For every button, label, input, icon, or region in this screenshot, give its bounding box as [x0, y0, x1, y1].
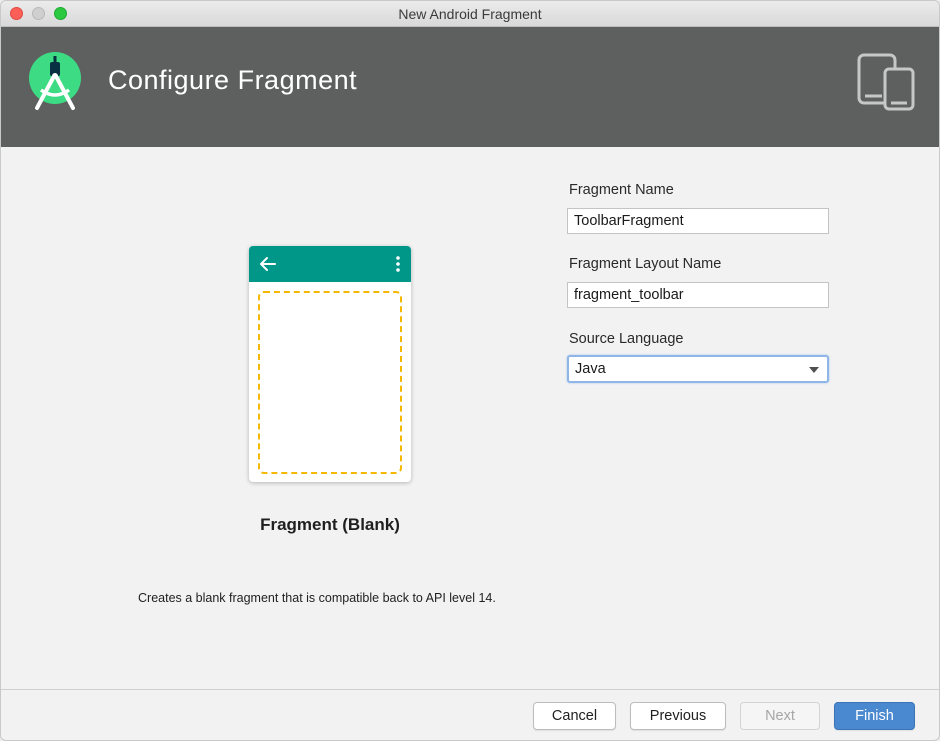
source-language-select[interactable]: Java [567, 355, 829, 383]
header-banner: Configure Fragment [1, 27, 939, 147]
phone-tablet-icon [857, 53, 915, 111]
window-title: New Android Fragment [398, 6, 542, 22]
template-name: Fragment (Blank) [260, 515, 400, 534]
fragment-name-input[interactable] [567, 208, 829, 234]
fragment-preview [249, 246, 411, 482]
cancel-button[interactable]: Cancel [533, 702, 616, 730]
dialog-window: New Android Fragment Configure Fragment [0, 0, 940, 741]
fragment-placeholder [258, 291, 402, 474]
next-button[interactable]: Next [740, 702, 820, 730]
template-description: Creates a blank fragment that is compati… [138, 591, 496, 605]
previous-button[interactable]: Previous [630, 702, 726, 730]
layout-name-label: Fragment Layout Name [569, 256, 722, 272]
fragment-name-label: Fragment Name [569, 182, 674, 198]
overflow-menu-icon [396, 256, 400, 272]
footer-divider [1, 689, 939, 690]
arrow-left-icon [260, 257, 276, 271]
layout-name-input[interactable] [567, 282, 829, 308]
page-title: Configure Fragment [108, 65, 358, 95]
finish-button[interactable]: Finish [834, 702, 915, 730]
source-language-value: Java [575, 361, 606, 377]
android-studio-logo-icon [29, 52, 81, 110]
preview-toolbar [249, 246, 411, 282]
chevron-down-icon [809, 367, 819, 373]
title-bar: New Android Fragment [1, 1, 939, 27]
source-language-label: Source Language [569, 331, 684, 347]
